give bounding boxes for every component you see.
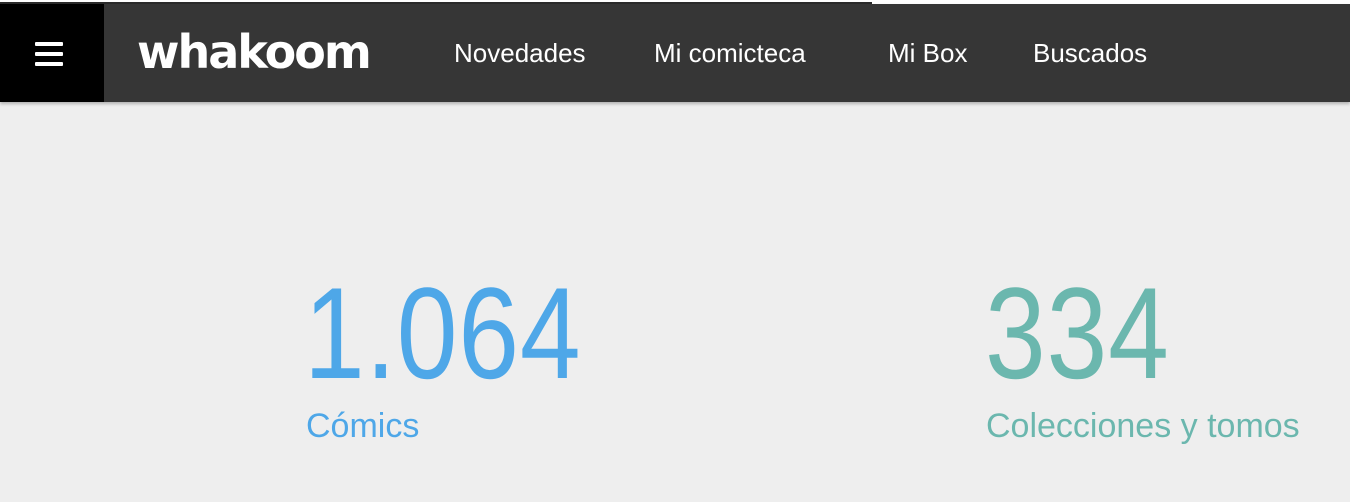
whakoom-logo[interactable]: whakoom [137,26,372,78]
comics-label[interactable]: Cómics [306,406,419,446]
hamburger-menu-icon [35,42,63,46]
nav-link-novedades[interactable]: Novedades [454,38,586,68]
collections-label[interactable]: Colecciones y tomos [986,406,1300,446]
collections-count[interactable]: 334 [985,268,1170,398]
top-navbar: whakoom Novedades Mi comicteca Mi Box Bu… [0,4,1350,102]
nav-link-mi-box[interactable]: Mi Box [888,38,967,68]
hamburger-menu-icon-bar [35,62,63,66]
comics-count[interactable]: 1.064 [304,268,581,398]
nav-link-mi-comicteca[interactable]: Mi comicteca [654,38,806,68]
hamburger-menu-icon-bar [35,52,63,56]
nav-link-buscados[interactable]: Buscados [1033,38,1147,68]
hamburger-menu-button[interactable] [0,4,104,102]
